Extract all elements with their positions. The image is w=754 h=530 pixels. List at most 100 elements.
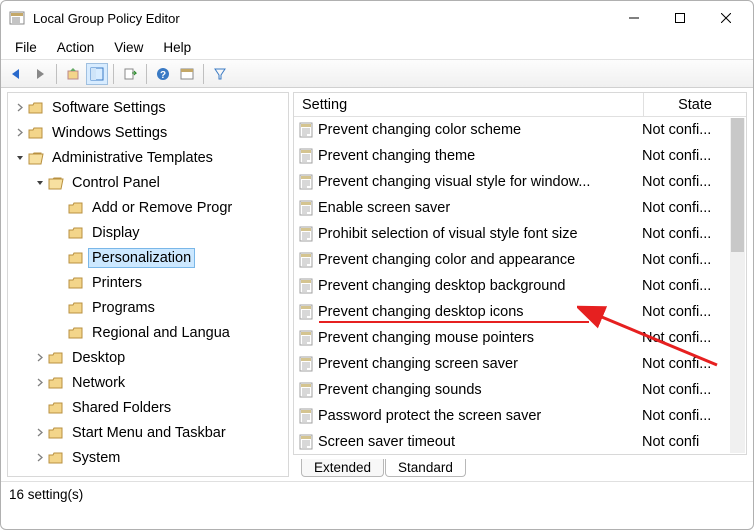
tree-item-label: Display <box>89 224 143 242</box>
setting-item-icon <box>298 408 314 424</box>
list-row[interactable]: Password protect the screen saverNot con… <box>294 403 746 429</box>
tree-item-label: Regional and Langua <box>89 324 233 342</box>
toolbar-separator <box>146 64 147 84</box>
list-view[interactable]: Setting State Prevent changing color sch… <box>293 92 747 455</box>
setting-item-icon <box>298 356 314 372</box>
setting-item-icon <box>298 434 314 450</box>
list-row[interactable]: Prevent changing themeNot confi... <box>294 143 746 169</box>
setting-state: Not confi... <box>642 252 718 268</box>
tree-item[interactable]: Printers <box>8 270 288 295</box>
menu-bar: File Action View Help <box>1 35 753 60</box>
title-bar: Local Group Policy Editor <box>1 1 753 35</box>
list-row[interactable]: Screen saver timeoutNot confi <box>294 429 746 455</box>
chevron-icon[interactable] <box>32 353 48 362</box>
menu-file[interactable]: File <box>5 38 47 57</box>
export-button[interactable] <box>119 63 141 85</box>
tree-item[interactable]: Display <box>8 220 288 245</box>
setting-name: Prevent changing color and appearance <box>318 252 642 268</box>
tree-item[interactable]: Desktop <box>8 345 288 370</box>
tree-item[interactable]: Control Panel <box>8 170 288 195</box>
tree-item[interactable]: Programs <box>8 295 288 320</box>
tree-item-label: Start Menu and Taskbar <box>69 424 229 442</box>
setting-state: Not confi... <box>642 304 718 320</box>
list-row[interactable]: Prevent changing screen saverNot confi..… <box>294 351 746 377</box>
column-setting[interactable]: Setting <box>294 93 644 116</box>
tree-item[interactable]: Administrative Templates <box>8 145 288 170</box>
chevron-icon[interactable] <box>32 178 48 187</box>
menu-view[interactable]: View <box>104 38 153 57</box>
forward-button[interactable] <box>29 63 51 85</box>
tree-item-label: Administrative Templates <box>49 149 216 167</box>
chevron-icon[interactable] <box>32 378 48 387</box>
vertical-scrollbar[interactable] <box>730 118 745 453</box>
tree-item[interactable]: Add or Remove Progr <box>8 195 288 220</box>
setting-item-icon <box>298 304 314 320</box>
tree-item[interactable]: Personalization <box>8 245 288 270</box>
setting-state: Not confi... <box>642 278 718 294</box>
close-button[interactable] <box>703 2 749 34</box>
chevron-icon[interactable] <box>12 103 28 112</box>
status-text: 16 setting(s) <box>9 487 83 502</box>
chevron-icon[interactable] <box>32 428 48 437</box>
window-title: Local Group Policy Editor <box>33 11 611 26</box>
setting-item-icon <box>298 330 314 346</box>
list-row[interactable]: Enable screen saverNot confi... <box>294 195 746 221</box>
properties-button[interactable] <box>176 63 198 85</box>
filter-button[interactable] <box>209 63 231 85</box>
menu-help[interactable]: Help <box>153 38 201 57</box>
setting-name: Password protect the screen saver <box>318 408 642 424</box>
tree-item[interactable]: Software Settings <box>8 95 288 120</box>
list-row[interactable]: Prevent changing color and appearanceNot… <box>294 247 746 273</box>
list-row[interactable]: Prevent changing mouse pointersNot confi… <box>294 325 746 351</box>
setting-item-icon <box>298 174 314 190</box>
list-row[interactable]: Prevent changing color schemeNot confi..… <box>294 117 746 143</box>
tree-item-label: Printers <box>89 274 145 292</box>
folder-icon <box>48 451 64 465</box>
tree-item[interactable]: Shared Folders <box>8 395 288 420</box>
setting-item-icon <box>298 226 314 242</box>
show-tree-button[interactable] <box>86 63 108 85</box>
setting-state: Not confi <box>642 434 718 450</box>
tree-item[interactable]: Network <box>8 370 288 395</box>
status-bar: 16 setting(s) <box>1 482 753 506</box>
help-button[interactable]: ? <box>152 63 174 85</box>
list-row[interactable]: Prevent changing desktop iconsNot confi.… <box>294 299 746 325</box>
setting-state: Not confi... <box>642 122 718 138</box>
folder-icon <box>68 326 84 340</box>
minimize-button[interactable] <box>611 2 657 34</box>
setting-state: Not confi... <box>642 200 718 216</box>
setting-name: Enable screen saver <box>318 200 642 216</box>
main-panes: Software SettingsWindows Settings Adminis… <box>1 88 753 482</box>
tab-extended[interactable]: Extended <box>301 459 384 477</box>
list-row[interactable]: Prevent changing soundsNot confi... <box>294 377 746 403</box>
chevron-icon[interactable] <box>12 153 28 162</box>
setting-state: Not confi... <box>642 356 718 372</box>
setting-name: Prohibit selection of visual style font … <box>318 226 642 242</box>
list-header: Setting State <box>294 93 746 117</box>
setting-state: Not confi... <box>642 408 718 424</box>
back-button[interactable] <box>5 63 27 85</box>
up-button[interactable] <box>62 63 84 85</box>
menu-action[interactable]: Action <box>47 38 105 57</box>
chevron-icon[interactable] <box>12 128 28 137</box>
maximize-button[interactable] <box>657 2 703 34</box>
folder-icon <box>28 101 44 115</box>
tree-item-label: Network <box>69 374 128 392</box>
tab-standard[interactable]: Standard <box>385 459 466 477</box>
chevron-icon[interactable] <box>32 453 48 462</box>
tree-item[interactable]: System <box>8 445 288 470</box>
setting-name: Prevent changing mouse pointers <box>318 330 642 346</box>
setting-name: Prevent changing sounds <box>318 382 642 398</box>
tree-item[interactable]: Start Menu and Taskbar <box>8 420 288 445</box>
tree-item[interactable]: Windows Settings <box>8 120 288 145</box>
column-state[interactable]: State <box>644 93 746 116</box>
tree-item[interactable]: Regional and Langua <box>8 320 288 345</box>
list-row[interactable]: Prohibit selection of visual style font … <box>294 221 746 247</box>
list-row[interactable]: Prevent changing visual style for window… <box>294 169 746 195</box>
list-row[interactable]: Prevent changing desktop backgroundNot c… <box>294 273 746 299</box>
tree-view[interactable]: Software SettingsWindows Settings Adminis… <box>7 92 289 477</box>
folder-icon <box>68 251 84 265</box>
setting-state: Not confi... <box>642 148 718 164</box>
scrollbar-thumb[interactable] <box>731 118 744 252</box>
svg-text:?: ? <box>160 70 166 81</box>
